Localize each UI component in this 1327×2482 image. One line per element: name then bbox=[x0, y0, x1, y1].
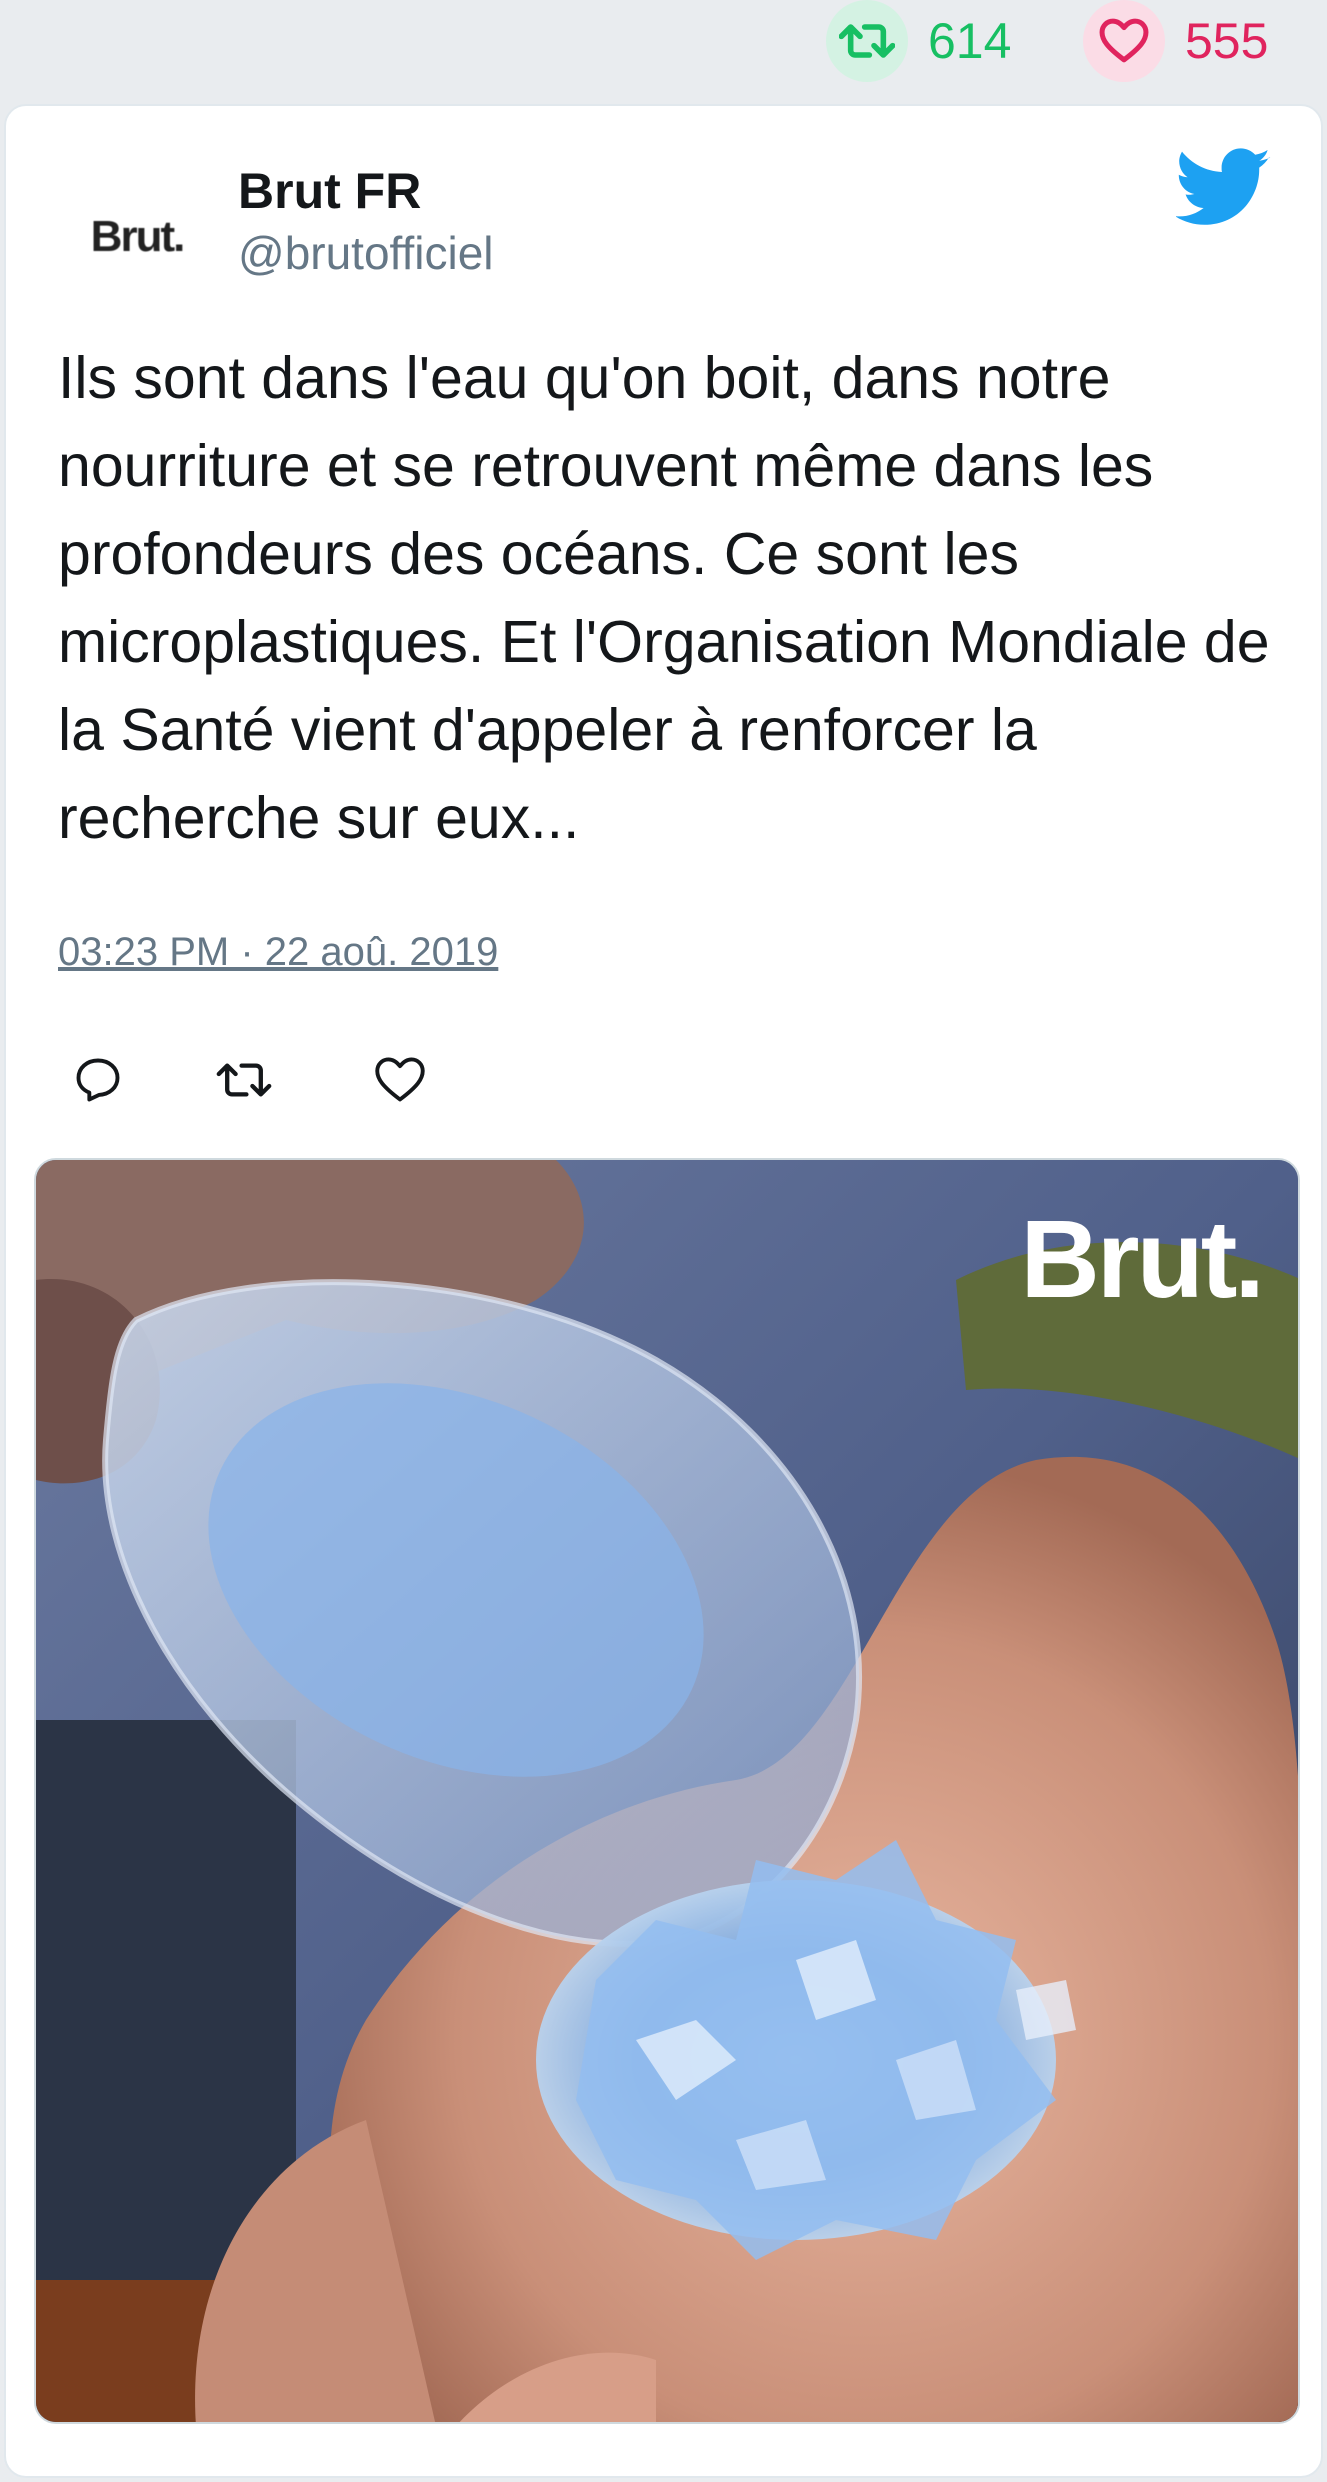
hand-microplastics-photo bbox=[36, 1160, 1298, 2422]
author-handle[interactable]: @brutofficiel bbox=[238, 226, 494, 280]
tweet-timestamp[interactable]: 03:23 PM · 22 aoû. 2019 bbox=[58, 930, 498, 975]
reply-icon bbox=[76, 1058, 120, 1102]
like-button[interactable] bbox=[360, 1040, 440, 1120]
like-count: 555 bbox=[1185, 13, 1269, 69]
tweet-card: Brut. Brut FR @brutofficiel Ils sont dan… bbox=[4, 104, 1323, 2478]
avatar-logo-text: Brut. bbox=[90, 212, 186, 261]
tweet-text: Ils sont dans l'eau qu'on boit, dans not… bbox=[58, 345, 1270, 851]
retweet-count: 614 bbox=[928, 13, 1012, 69]
heart-icon[interactable] bbox=[1083, 0, 1165, 82]
retweet-action-icon bbox=[216, 1063, 272, 1097]
twitter-bird-icon[interactable] bbox=[1176, 148, 1272, 228]
retweet-button[interactable] bbox=[204, 1040, 284, 1120]
tweet-actions bbox=[58, 1040, 518, 1120]
author-name[interactable]: Brut FR bbox=[238, 162, 421, 220]
brut-watermark: Brut. bbox=[1020, 1198, 1265, 1321]
avatar[interactable]: Brut. bbox=[66, 166, 208, 308]
retweet-stat[interactable]: 614 bbox=[826, 0, 1011, 82]
heart-outline-icon bbox=[375, 1057, 425, 1102]
like-stat[interactable]: 555 bbox=[1083, 0, 1268, 82]
retweet-icon[interactable] bbox=[826, 0, 908, 82]
reply-button[interactable] bbox=[58, 1040, 138, 1120]
stats-bar: 614 555 bbox=[0, 0, 1327, 100]
tweet-media-image[interactable]: Brut. bbox=[34, 1158, 1300, 2424]
